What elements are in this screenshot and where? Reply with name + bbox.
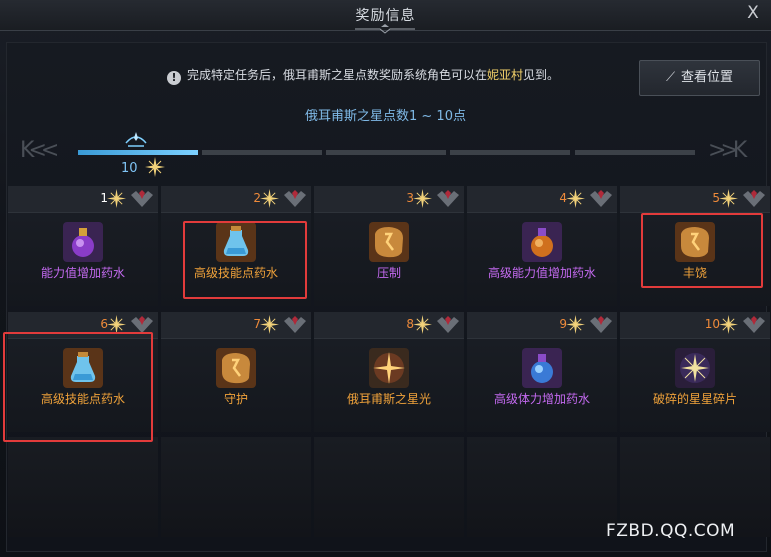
rune-stone-icon[interactable] — [216, 348, 256, 388]
highlight-box — [183, 221, 307, 299]
notice-highlight: 妮亚村 — [487, 68, 524, 82]
highlight-box — [641, 213, 763, 288]
reward-cell[interactable]: 9 高级体力增加药水 — [467, 312, 617, 432]
reward-cell[interactable]: 10 破碎的星星碎片 — [620, 312, 770, 432]
title-bar: 奖励信息 X — [0, 0, 771, 34]
reward-cell-header: 7 — [161, 312, 311, 339]
empty-slot — [467, 437, 617, 537]
star-icon — [566, 189, 585, 208]
reward-cell-header: 9 — [467, 312, 617, 339]
star-orb-icon[interactable] — [369, 348, 409, 388]
progress-segment-4 — [450, 150, 570, 155]
reward-cell-header: 4 — [467, 186, 617, 213]
reward-info-window: 奖励信息 X ! 完成特定任务后，俄耳甫斯之星点数奖励系统角色可以在妮亚村见到。 … — [0, 0, 771, 557]
reward-cell[interactable]: 8 俄耳甫斯之星光 — [314, 312, 464, 432]
progress-segment-5 — [575, 150, 695, 155]
progress-segment-3 — [326, 150, 446, 155]
star-icon — [413, 315, 432, 334]
reward-cell[interactable]: 3 压制 — [314, 186, 464, 306]
last-page-button[interactable]: >>K — [708, 138, 748, 163]
empty-slot — [8, 437, 158, 537]
notice-part-2: 见到。 — [523, 68, 560, 82]
pin-icon: ⟋ — [665, 70, 676, 85]
rank-badge-icon — [589, 315, 613, 335]
close-button[interactable]: X — [743, 3, 763, 23]
star-icon — [719, 189, 738, 208]
reward-cell-header: 2 — [161, 186, 311, 213]
reward-cell-header: 1 — [8, 186, 158, 213]
empty-slot — [314, 437, 464, 537]
reward-cell-header: 3 — [314, 186, 464, 213]
view-location-button[interactable]: ⟋ 查看位置 — [639, 60, 760, 96]
star-icon — [107, 189, 126, 208]
star-icon — [566, 315, 585, 334]
rune-stone-icon[interactable] — [369, 222, 409, 262]
orange-potion-icon[interactable] — [522, 222, 562, 262]
reward-cell-header: 5 — [620, 186, 770, 213]
star-icon — [719, 315, 738, 334]
rank-badge-icon — [436, 315, 460, 335]
reward-item-name: 守护 — [223, 392, 248, 406]
info-icon: ! — [167, 71, 181, 85]
rank-badge-icon — [283, 315, 307, 335]
reward-item-name: 压制 — [376, 266, 401, 280]
progress-segment-2 — [202, 150, 322, 155]
progress-segment-1 — [78, 150, 198, 155]
notice-text: ! 完成特定任务后，俄耳甫斯之星点数奖励系统角色可以在妮亚村见到。 — [167, 66, 559, 85]
rank-badge-icon — [742, 315, 766, 335]
highlight-box — [3, 332, 153, 442]
reward-cell[interactable]: 7 守护 — [161, 312, 311, 432]
rank-badge-icon — [742, 189, 766, 209]
reward-item-name: 高级能力值增加药水 — [487, 266, 596, 280]
rank-badge-icon — [589, 189, 613, 209]
rank-badge-icon — [130, 189, 154, 209]
reward-item-name: 破碎的星星碎片 — [652, 392, 737, 406]
watermark: FZBD.QQ.COM — [606, 521, 736, 541]
reward-item-name: 高级体力增加药水 — [493, 392, 590, 406]
reward-step-number: 10 — [704, 317, 720, 331]
star-icon — [413, 189, 432, 208]
notice-part-1: 完成特定任务后，俄耳甫斯之星点数奖励系统角色可以在 — [187, 68, 488, 82]
window-title: 奖励信息 — [355, 8, 416, 24]
star-icon — [260, 315, 279, 334]
title-ornament-icon — [355, 24, 415, 34]
current-points: 10 — [121, 161, 138, 176]
reward-cell[interactable]: 1 能力值增加药水 — [8, 186, 158, 306]
rank-badge-icon — [283, 189, 307, 209]
star-shard-icon[interactable] — [675, 348, 715, 388]
star-icon — [145, 157, 165, 177]
blue-purple-potion-icon[interactable] — [522, 348, 562, 388]
first-page-button[interactable]: K<< — [20, 138, 60, 163]
range-label: 俄耳甫斯之星点数1 ~ 10点 — [305, 109, 466, 124]
reward-cell-header: 10 — [620, 312, 770, 339]
purple-potion-icon[interactable] — [63, 222, 103, 262]
reward-item-name: 俄耳甫斯之星光 — [346, 392, 431, 406]
rank-badge-icon — [436, 189, 460, 209]
star-icon — [260, 189, 279, 208]
reward-item-name: 能力值增加药水 — [40, 266, 125, 280]
empty-slot — [161, 437, 311, 537]
view-location-label: 查看位置 — [681, 70, 734, 85]
reward-cell[interactable]: 4 高级能力值增加药水 — [467, 186, 617, 306]
reward-cell-header: 8 — [314, 312, 464, 339]
progress-marker-icon — [125, 132, 147, 147]
